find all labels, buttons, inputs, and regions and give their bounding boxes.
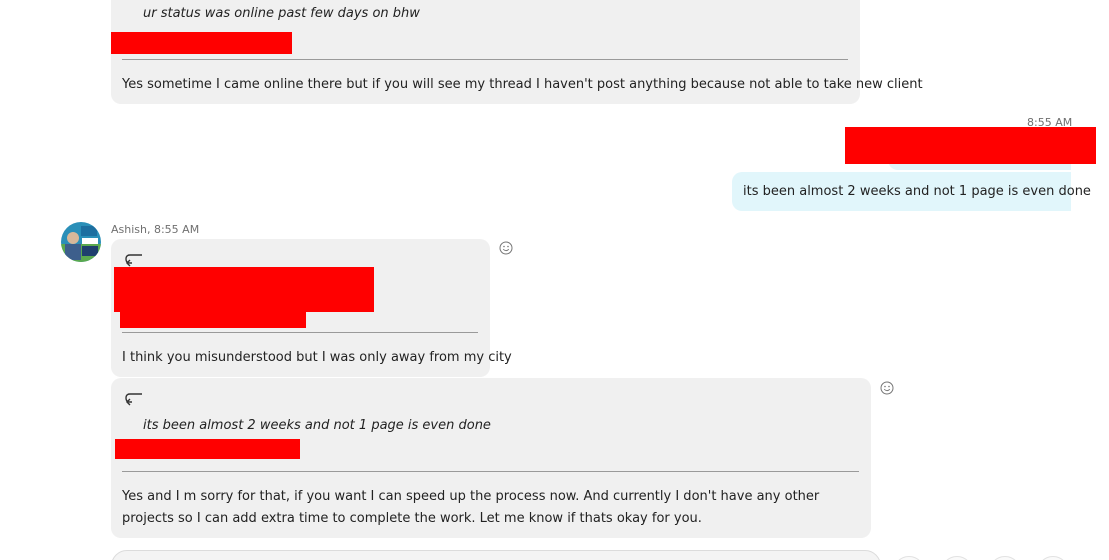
message-compose-input[interactable] [111,550,881,560]
redacted-block [845,127,1096,164]
message-text: Yes and I m sorry for that, if you want … [122,489,820,526]
reply-arrow-icon [125,393,142,406]
chat-canvas: ur status was online past few days on bh… [0,0,1109,560]
smiley-icon[interactable] [880,381,894,395]
quote-divider [122,332,478,333]
quote-divider [122,59,848,60]
message-text: I think you misunderstood but I was only… [122,350,512,365]
redacted-block [115,439,300,459]
sender-name-time: Ashish, 8:55 AM [111,223,200,236]
compose-action-button[interactable] [989,556,1021,560]
quoted-message-text: its been almost 2 weeks and not 1 page i… [143,418,491,433]
avatar-image [61,222,101,262]
quoted-message-text: ur status was online past few days on bh… [143,6,420,21]
redacted-block [120,309,306,328]
avatar[interactable] [61,222,101,262]
compose-action-button[interactable] [941,556,973,560]
smiley-icon[interactable] [499,241,513,255]
reply-arrow-icon [125,254,142,267]
compose-action-button[interactable] [893,556,925,560]
redacted-block [114,267,374,312]
quote-divider [122,471,859,472]
redacted-block [111,32,292,54]
message-text: its been almost 2 weeks and not 1 page i… [743,184,1091,199]
message-text: Yes sometime I came online there but if … [122,77,923,92]
compose-action-button[interactable] [1037,556,1069,560]
